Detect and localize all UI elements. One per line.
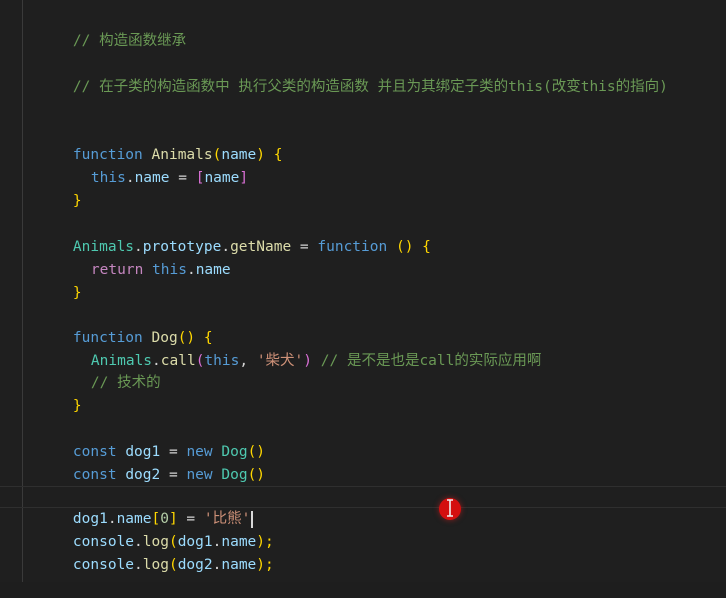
parens: () xyxy=(247,467,266,483)
code-line-2[interactable]: // 在子类的构造函数中 执行父类的构造函数 并且为其绑定子类的this(改变t… xyxy=(38,54,668,95)
assign-operator: = xyxy=(291,239,318,255)
object-name: console xyxy=(72,557,135,573)
variable-name: dog2 xyxy=(177,557,213,573)
paren-close: ) xyxy=(256,147,274,163)
parens: () xyxy=(395,239,414,255)
dot: . xyxy=(125,170,135,186)
code-line-5[interactable]: } xyxy=(38,168,82,209)
keyword-function: function xyxy=(317,239,388,255)
code-line-7[interactable]: return this.name xyxy=(56,237,231,278)
property-name: name xyxy=(195,262,231,278)
class-name: Dog xyxy=(221,467,248,483)
comment-text: // 是不是也是call的实际应用啊 xyxy=(320,353,542,369)
i-beam-cursor-icon xyxy=(447,499,453,517)
code-line-11[interactable]: // 技术的 xyxy=(56,350,161,391)
comment-text: // 构造函数继承 xyxy=(72,33,187,49)
variable-name: name xyxy=(204,170,240,186)
code-line-13[interactable]: const dog1 = new Dog() xyxy=(38,419,265,460)
code-line-9[interactable]: function Dog() { xyxy=(38,305,213,346)
brace-close: } xyxy=(72,285,82,301)
property-name: name xyxy=(134,170,170,186)
property-name: name xyxy=(221,557,257,573)
dot: . xyxy=(186,262,196,278)
keyword-this: this xyxy=(90,170,126,186)
keyword-new: new xyxy=(186,467,213,483)
brace-close: } xyxy=(72,193,82,209)
code-line-4[interactable]: this.name = [name] xyxy=(56,145,248,186)
brace-close: } xyxy=(72,398,82,414)
code-line-14[interactable]: const dog2 = new Dog() xyxy=(38,442,265,483)
comment-text: // 在子类的构造函数中 执行父类的构造函数 并且为其绑定子类的this(改变t… xyxy=(72,79,668,95)
code-line-10[interactable]: Animals.call(this, '柴犬') // 是不是也是call的实际… xyxy=(56,328,541,369)
code-line-12[interactable]: } xyxy=(38,373,82,414)
keyword-return: return xyxy=(90,262,144,278)
dot: . xyxy=(134,557,143,573)
comma: , xyxy=(239,353,257,369)
code-line-16[interactable]: console.log(dog1.name); xyxy=(38,509,274,550)
method-name: log xyxy=(142,557,169,573)
code-line-17[interactable]: console.log(dog2.name); xyxy=(38,532,274,573)
string-literal: '柴犬' xyxy=(256,353,304,369)
brace-open: { xyxy=(422,239,431,255)
assign-operator: = xyxy=(160,467,187,483)
code-line-3[interactable]: function Animals(name) { xyxy=(38,122,283,163)
comment-text: // 技术的 xyxy=(90,375,161,391)
variable-name: dog2 xyxy=(125,467,161,483)
brace-open: { xyxy=(273,147,283,163)
code-line-15[interactable]: dog1.name[0] = '比熊' xyxy=(38,486,253,528)
assign-operator: = xyxy=(169,170,196,186)
paren-close-semicolon: ); xyxy=(256,557,274,573)
bracket-close: ] xyxy=(239,170,249,186)
method-name: call xyxy=(160,353,196,369)
code-line-8[interactable]: } xyxy=(38,260,82,301)
method-name: getName xyxy=(230,239,292,255)
keyword-const: const xyxy=(72,467,117,483)
code-editor[interactable]: // 构造函数继承 // 在子类的构造函数中 执行父类的构造函数 并且为其绑定子… xyxy=(0,0,726,582)
keyword-this: this xyxy=(152,262,187,278)
keyword-this: this xyxy=(204,353,240,369)
code-line-6[interactable]: Animals.prototype.getName = function () … xyxy=(38,214,431,255)
paren-close: ) xyxy=(303,353,313,369)
paren-open: ( xyxy=(168,557,178,573)
code-line-1[interactable]: // 构造函数继承 xyxy=(38,8,186,49)
